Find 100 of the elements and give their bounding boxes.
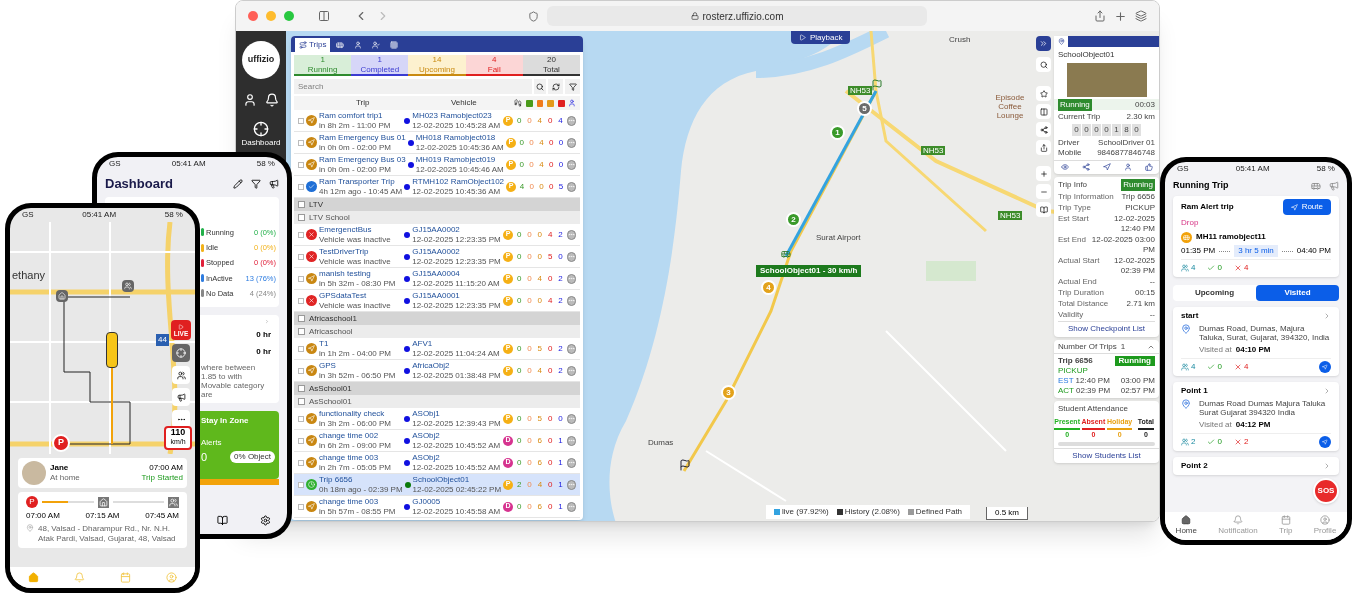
group-row[interactable]: AsSchool01 bbox=[294, 382, 580, 395]
more-options-icon[interactable] bbox=[566, 115, 576, 126]
chevron-icon[interactable] bbox=[263, 319, 271, 324]
search-icon[interactable] bbox=[1036, 57, 1051, 72]
eye-icon[interactable] bbox=[1060, 163, 1069, 171]
checkpoint-card[interactable]: start Dumas Road, Dumas, Majura Taluka, Surat, Gujarat, 394320, India Visited at 04:10 PM 4 0 4 bbox=[1173, 307, 1339, 376]
profile-icon[interactable] bbox=[166, 572, 178, 583]
megaphone-icon[interactable] bbox=[172, 388, 190, 406]
user-icon[interactable] bbox=[243, 93, 257, 107]
row-checkbox[interactable] bbox=[298, 315, 305, 322]
settings-icon[interactable] bbox=[260, 515, 271, 526]
nodes-icon[interactable] bbox=[1036, 122, 1051, 137]
share-icon[interactable] bbox=[1036, 140, 1051, 155]
row-checkbox[interactable] bbox=[298, 398, 305, 405]
row-checkbox[interactable] bbox=[298, 214, 305, 221]
more-options-icon[interactable] bbox=[566, 501, 576, 512]
bus-icon[interactable] bbox=[1311, 181, 1321, 191]
share-icon[interactable] bbox=[1094, 10, 1106, 22]
checkpoint-card[interactable]: Point 1 Dumas Road Dumas Majura Taluka Surat Gujarat 394320 India Visited at 04:12 PM 2 0 2 bbox=[1173, 382, 1339, 451]
group-row[interactable]: Africaschool1 bbox=[294, 312, 580, 325]
row-checkbox[interactable] bbox=[298, 297, 304, 304]
more-options-icon[interactable] bbox=[566, 435, 576, 446]
locate-icon[interactable] bbox=[172, 344, 190, 362]
row-checkbox[interactable] bbox=[298, 367, 304, 374]
playback-button[interactable]: Playback bbox=[791, 31, 851, 44]
row-checkbox[interactable] bbox=[298, 117, 304, 124]
row-checkbox[interactable] bbox=[298, 459, 304, 466]
route-marker[interactable]: 2 bbox=[786, 212, 801, 227]
address-bar[interactable]: rosterz.uffizio.com bbox=[547, 6, 927, 26]
row-checkbox[interactable] bbox=[298, 437, 304, 444]
more-options-icon[interactable] bbox=[566, 365, 576, 376]
report-icon[interactable] bbox=[217, 515, 228, 526]
group-row[interactable]: LTV School bbox=[294, 211, 580, 224]
nav-tab[interactable]: Home bbox=[1175, 515, 1197, 537]
panel-tab[interactable]: Trips bbox=[295, 38, 331, 52]
row-checkbox[interactable] bbox=[298, 481, 304, 488]
route-button[interactable]: Route bbox=[1282, 199, 1331, 215]
more-options-icon[interactable] bbox=[567, 159, 576, 170]
summary-tile[interactable]: 1 Running bbox=[294, 55, 352, 76]
route-marker[interactable]: 5 bbox=[857, 101, 872, 116]
row-checkbox[interactable] bbox=[298, 139, 304, 146]
calendar-icon[interactable] bbox=[120, 572, 132, 583]
route-marker[interactable]: 1 bbox=[830, 125, 845, 140]
summary-tile[interactable]: 20 Total bbox=[522, 55, 580, 76]
row-checkbox[interactable] bbox=[298, 503, 304, 510]
more-options-icon[interactable] bbox=[566, 273, 576, 284]
group-row[interactable]: Africaschool bbox=[294, 325, 580, 338]
row-checkbox[interactable] bbox=[298, 183, 304, 190]
people-icon[interactable] bbox=[172, 366, 190, 384]
more-options-icon[interactable] bbox=[566, 251, 576, 262]
row-checkbox[interactable] bbox=[298, 231, 304, 238]
new-tab-icon[interactable] bbox=[1114, 9, 1127, 23]
sidebar-icon[interactable] bbox=[318, 10, 330, 22]
more-options-icon[interactable] bbox=[566, 343, 576, 354]
more-options-icon[interactable] bbox=[566, 479, 576, 490]
checkpoint-card[interactable]: Point 2 bbox=[1173, 457, 1339, 475]
row-checkbox[interactable] bbox=[298, 201, 305, 208]
show-students-list-link[interactable]: Show Students List bbox=[1054, 448, 1159, 463]
row-checkbox[interactable] bbox=[298, 328, 305, 335]
search-field[interactable]: Search bbox=[294, 79, 532, 94]
navigation-icon[interactable] bbox=[1102, 163, 1111, 171]
filter-icon[interactable] bbox=[251, 179, 261, 189]
zoom-out-icon[interactable] bbox=[1036, 184, 1051, 199]
summary-tile[interactable]: 4 Fail bbox=[465, 55, 523, 76]
row-checkbox[interactable] bbox=[298, 161, 304, 168]
compare-icon[interactable] bbox=[1036, 104, 1051, 119]
show-checkpoint-list-link[interactable]: Show Checkpoint List bbox=[1058, 321, 1155, 335]
zoom-in-icon[interactable] bbox=[1036, 166, 1051, 181]
segment-tab[interactable]: Upcoming bbox=[1173, 285, 1256, 301]
expand-icon[interactable] bbox=[1036, 36, 1051, 51]
filter-icon[interactable] bbox=[565, 79, 580, 94]
refresh-icon[interactable] bbox=[548, 79, 563, 94]
row-checkbox[interactable] bbox=[298, 345, 304, 352]
book-icon[interactable] bbox=[1036, 202, 1051, 217]
more-options-icon[interactable] bbox=[566, 229, 576, 240]
more-options-icon[interactable] bbox=[566, 413, 576, 424]
bell-icon[interactable] bbox=[265, 93, 279, 107]
sos-button[interactable]: SOS bbox=[1313, 478, 1339, 504]
pencil-icon[interactable] bbox=[233, 179, 243, 189]
segment-tab[interactable]: Visited bbox=[1256, 285, 1339, 301]
more-options-icon[interactable] bbox=[566, 457, 576, 468]
navigate-icon[interactable] bbox=[1319, 436, 1331, 448]
megaphone-icon[interactable] bbox=[269, 179, 279, 189]
thumbs-up-icon[interactable] bbox=[1144, 163, 1153, 171]
group-row[interactable]: AsSchool01 bbox=[294, 395, 580, 408]
more-options-icon[interactable] bbox=[566, 181, 576, 192]
star-icon[interactable] bbox=[1036, 86, 1051, 101]
row-checkbox[interactable] bbox=[298, 253, 304, 260]
group-row[interactable]: LTV bbox=[294, 198, 580, 211]
row-checkbox[interactable] bbox=[298, 385, 305, 392]
search-icon[interactable] bbox=[534, 79, 546, 94]
sidebar-item[interactable]: Dashboard bbox=[241, 121, 281, 149]
row-checkbox[interactable] bbox=[298, 275, 304, 282]
person-pin-icon[interactable] bbox=[1054, 36, 1068, 47]
person-icon[interactable] bbox=[1123, 163, 1132, 171]
more-options-icon[interactable] bbox=[566, 295, 576, 306]
more-options-icon[interactable] bbox=[567, 137, 576, 148]
row-checkbox[interactable] bbox=[298, 415, 304, 422]
share-icon[interactable] bbox=[1081, 163, 1090, 171]
navigate-icon[interactable] bbox=[1319, 361, 1331, 373]
